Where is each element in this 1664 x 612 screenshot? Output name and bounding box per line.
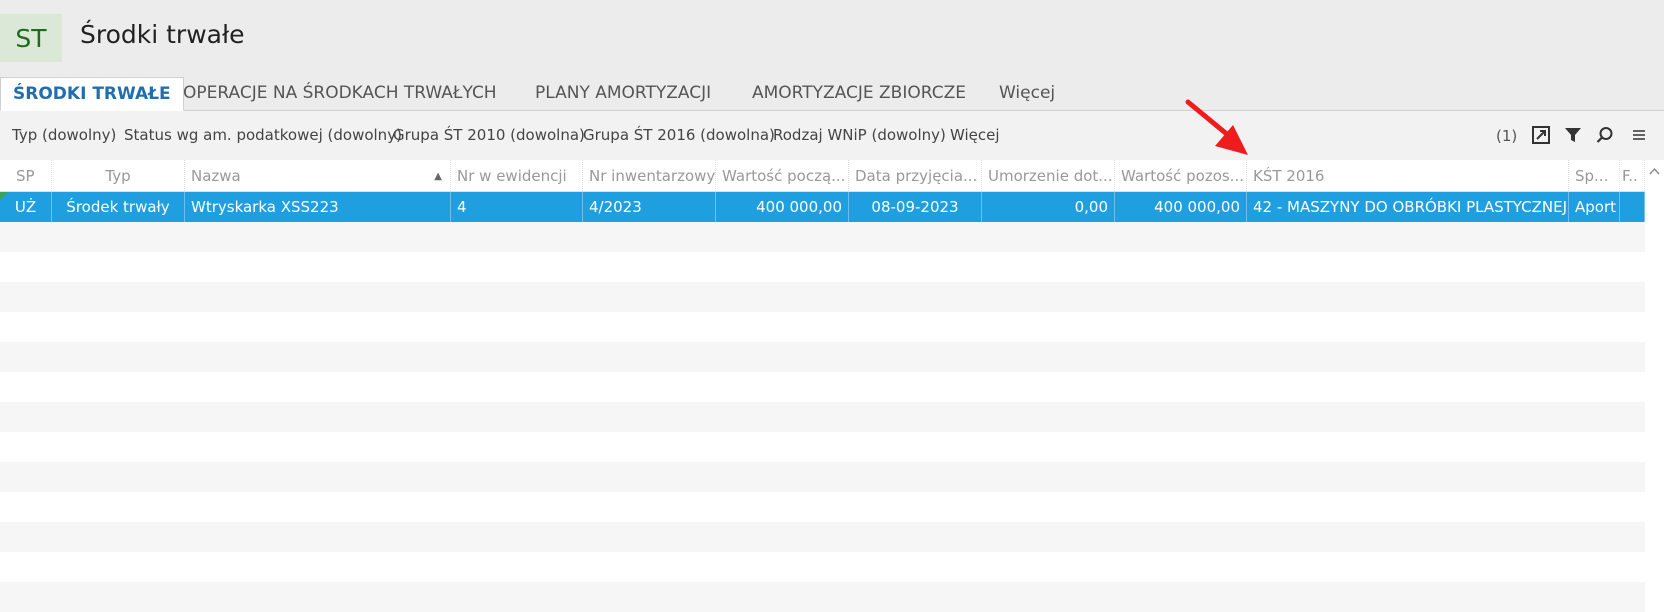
cell-sposob: Aport [1569,192,1620,222]
tab-amortyzacje-zbiorcze[interactable]: AMORTYZACJE ZBIORCZE [752,77,966,110]
empty-row [0,402,1645,432]
cell-umorzenie: 0,00 [982,192,1115,222]
empty-row [0,522,1645,552]
app-header: ST Środki trwałe [0,0,1664,77]
col-umorzenie[interactable]: Umorzenie dot... [982,160,1115,191]
empty-row [0,432,1645,462]
col-typ[interactable]: Typ [52,160,185,191]
app-badge: ST [0,14,62,62]
vertical-scrollbar[interactable] [1645,160,1664,604]
filter-bar: Typ (dowolny) Status wg am. podatkowej (… [0,111,1664,160]
col-f[interactable]: F.. [1620,160,1645,191]
tab-plany-amortyzacji[interactable]: PLANY AMORTYZACJI [535,77,711,110]
table-row[interactable]: UŻ Środek trwały Wtryskarka XSS223 4 4/2… [0,192,1645,222]
menu-icon[interactable] [1628,124,1650,146]
empty-row [0,342,1645,372]
col-kst-2016[interactable]: KŚT 2016 [1247,160,1569,191]
cell-typ: Środek trwały [52,192,185,222]
col-data-przyjecia[interactable]: Data przyjęcia... [849,160,982,191]
export-icon[interactable] [1530,124,1552,146]
empty-row [0,222,1645,252]
page-title: Środki trwałe [80,20,245,49]
cell-nr-ewidencji: 4 [451,192,583,222]
cell-wartosc-poczatkowa: 400 000,00 [716,192,849,222]
cell-data-przyjecia: 08-09-2023 [849,192,982,222]
cell-sp: UŻ [0,192,52,222]
tab-wiecej[interactable]: Więcej [999,77,1055,110]
cell-kst-2016: 42 - MASZYNY DO OBRÓBKI PLASTYCZNEJ... [1247,192,1569,222]
cell-f [1620,192,1645,222]
filter-rodzaj-wnip[interactable]: Rodzaj WNiP (dowolny) [773,126,946,144]
empty-row [0,372,1645,402]
tab-srodki-trwale[interactable]: ŚRODKI TRWAŁE [0,77,184,111]
search-icon[interactable] [1594,124,1616,146]
col-nr-inwentarzowy[interactable]: Nr inwentarzowy [583,160,716,191]
tab-operacje[interactable]: OPERACJE NA ŚRODKACH TRWAŁYCH [183,77,497,110]
filter-icon[interactable] [1562,124,1584,146]
filter-grupa-2016[interactable]: Grupa ŚT 2016 (dowolna) [583,126,775,144]
grid-header: SP Typ Nazwa ▲ Nr w ewidencji Nr inwenta… [0,160,1664,192]
cell-wartosc-pozostala: 400 000,00 [1115,192,1247,222]
empty-row [0,252,1645,282]
empty-row [0,312,1645,342]
col-wartosc-pozostala[interactable]: Wartość pozos... [1115,160,1247,191]
empty-row [0,582,1645,612]
cell-nazwa: Wtryskarka XSS223 [185,192,451,222]
scroll-up-icon[interactable] [1645,162,1664,181]
col-sposob[interactable]: Sp... [1569,160,1620,191]
empty-row [0,462,1645,492]
col-nazwa-label: Nazwa [191,167,241,185]
empty-row [0,552,1645,582]
filter-wiecej[interactable]: Więcej [950,126,1000,144]
record-count: (1) [1496,127,1518,145]
col-sp[interactable]: SP [0,160,52,191]
cell-nr-inwentarzowy: 4/2023 [583,192,716,222]
empty-row [0,492,1645,522]
sort-asc-icon: ▲ [434,171,442,182]
filter-status[interactable]: Status wg am. podatkowej (dowolny) [124,126,402,144]
col-nazwa[interactable]: Nazwa ▲ [185,160,451,191]
tab-bar: ŚRODKI TRWAŁE OPERACJE NA ŚRODKACH TRWAŁ… [0,77,1664,111]
empty-row [0,282,1645,312]
col-nr-ewidencji[interactable]: Nr w ewidencji [451,160,583,191]
col-wartosc-poczatkowa[interactable]: Wartość począ... [716,160,849,191]
filter-grupa-2010[interactable]: Grupa ŚT 2010 (dowolna) [393,126,585,144]
filter-typ[interactable]: Typ (dowolny) [12,126,116,144]
